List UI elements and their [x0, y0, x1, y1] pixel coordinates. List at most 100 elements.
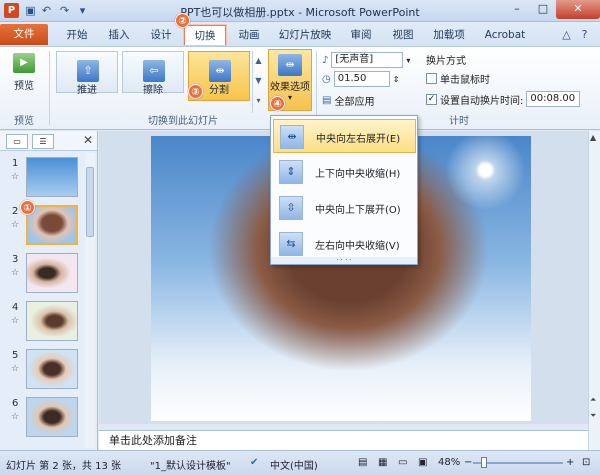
- close-icon[interactable]: ✕: [83, 133, 93, 147]
- normal-view-icon[interactable]: ▤: [358, 457, 367, 468]
- scrollbar-thumb[interactable]: [86, 167, 94, 237]
- next-slide-icon[interactable]: ⏷: [590, 411, 596, 421]
- split-horizontal-in-icon: ⇆: [279, 232, 303, 256]
- effect-options-menu: ⇹ 中央向左右展开(E) ⇕ 上下向中央收缩(H) ⇳ 中央向上下展开(O) ⇆…: [270, 115, 418, 265]
- gallery-scroll[interactable]: ▲ ▼ ▾: [252, 51, 264, 113]
- group-separator: [316, 51, 317, 125]
- slide-number: 4: [12, 302, 19, 313]
- maximize-button[interactable]: □: [530, 0, 556, 19]
- transition-star-icon: ☆: [11, 412, 20, 422]
- help-icon[interactable]: ?: [578, 28, 591, 41]
- after-time-input[interactable]: 00:08.00: [526, 91, 581, 107]
- sound-icon: ♪: [322, 54, 329, 66]
- zoom-slider-thumb[interactable]: [481, 457, 487, 468]
- slide-thumbnail-image: [26, 397, 78, 437]
- preview-icon: ▶: [13, 53, 35, 73]
- on-click-checkbox[interactable]: [426, 73, 437, 84]
- slide-thumbnail-image: [26, 349, 78, 389]
- preview-button[interactable]: ▶ 预览: [4, 51, 44, 97]
- menu-item-vertical-out[interactable]: ⇳ 中央向上下展开(O): [273, 191, 416, 225]
- prev-slide-icon[interactable]: ⏶: [590, 395, 596, 405]
- effect-options-icon: ⇹: [278, 54, 302, 76]
- split-horizontal-out-icon: ⇹: [280, 125, 304, 149]
- menu-item-vertical-in[interactable]: ⇕ 上下向中央收缩(H): [273, 155, 416, 189]
- sound-select[interactable]: [无声音]: [331, 52, 404, 68]
- group-separator: [49, 51, 50, 125]
- preview-button-label: 预览: [14, 81, 34, 92]
- callout-badge-1: ①: [20, 200, 35, 215]
- tab-animations[interactable]: 动画: [232, 25, 266, 45]
- menu-item-horizontal-out[interactable]: ⇹ 中央向左右展开(E): [273, 119, 416, 153]
- slide-thumbnail[interactable]: 2 ☆: [0, 205, 84, 249]
- tab-slideshow[interactable]: 幻灯片放映: [274, 25, 336, 45]
- menu-item-label: 中央向左右展开(E): [316, 134, 401, 145]
- split-vertical-in-icon: ⇕: [279, 160, 303, 184]
- tab-file[interactable]: 文件: [0, 24, 48, 45]
- language[interactable]: 中文(中国): [270, 457, 318, 472]
- slides-tab[interactable]: ▭: [6, 134, 28, 149]
- gallery-down-icon[interactable]: ▼: [253, 71, 264, 91]
- tab-transitions[interactable]: 切换: [183, 24, 227, 46]
- outline-tab[interactable]: ☰: [32, 134, 54, 149]
- zoom-in-icon[interactable]: +: [566, 457, 574, 468]
- title-bar: P ▣ ↶ ↷ ▾ PPT也可以做相册.pptx - Microsoft Pow…: [0, 0, 600, 22]
- tab-review[interactable]: 审阅: [344, 25, 378, 45]
- gallery-more-icon[interactable]: ▾: [253, 91, 264, 111]
- menu-item-label: 中央向上下展开(O): [315, 205, 401, 216]
- callout-badge-3: ③: [188, 84, 203, 99]
- theme-name: "1_默认设计模板": [150, 461, 231, 472]
- transition-star-icon: ☆: [11, 172, 20, 182]
- slide-thumbnail-image: [26, 157, 78, 197]
- editor-scrollbar[interactable]: ▲ ⏶ ⏷: [588, 131, 600, 450]
- ribbon-tabs: 文件 开始 插入 设计 切换 动画 幻灯片放映 审阅 视图 加载项 Acroba…: [0, 22, 600, 46]
- status-bar: 幻灯片 第 2 张，共 13 张 "1_默认设计模板" ✔ 中文(中国) ▤ ▦…: [0, 450, 600, 475]
- slide-thumbnail-image: [26, 253, 78, 293]
- slide-thumbnail[interactable]: 5 ☆: [0, 349, 84, 393]
- transition-star-icon: ☆: [11, 220, 20, 230]
- slide-number: 6: [12, 398, 19, 409]
- resize-grip-icon[interactable]: · · · ·: [271, 257, 417, 264]
- wipe-transition-icon: ⇦: [143, 60, 165, 82]
- apply-all-icon: ▤: [322, 95, 332, 106]
- slide-thumbnail[interactable]: 6 ☆: [0, 397, 84, 441]
- callout-badge-2: ②: [175, 13, 190, 28]
- tab-addins[interactable]: 加载项: [428, 25, 470, 45]
- effect-options-label: 效果选项: [270, 82, 310, 93]
- zoom-level[interactable]: 48%: [438, 457, 460, 468]
- transition-star-icon: ☆: [11, 268, 20, 278]
- gallery-up-icon[interactable]: ▲: [253, 51, 264, 71]
- tab-acrobat[interactable]: Acrobat: [480, 25, 530, 45]
- notes-pane[interactable]: 单击此处添加备注: [99, 430, 588, 450]
- chevron-down-icon[interactable]: ▾: [406, 56, 410, 65]
- spellcheck-icon[interactable]: ✔: [250, 457, 258, 468]
- transition-wipe-label: 擦除: [143, 85, 163, 96]
- slideshow-view-icon[interactable]: ▣: [418, 457, 427, 468]
- tab-insert[interactable]: 插入: [102, 25, 136, 45]
- scroll-up-icon[interactable]: ▲: [590, 133, 596, 142]
- zoom-out-icon[interactable]: −: [464, 457, 472, 468]
- after-checkbox[interactable]: ✓: [426, 93, 437, 105]
- spinner-icon[interactable]: ⇕: [393, 75, 400, 84]
- tab-home[interactable]: 开始: [60, 25, 94, 45]
- slides-panel-header: ▭ ☰ ✕: [0, 131, 97, 151]
- slides-scrollbar[interactable]: [85, 153, 95, 448]
- tab-design[interactable]: 设计: [144, 25, 178, 45]
- minimize-ribbon-icon[interactable]: △: [560, 28, 573, 41]
- duration-input[interactable]: 01.50: [333, 71, 390, 87]
- slide-thumbnail[interactable]: 4 ☆: [0, 301, 84, 345]
- split-transition-icon: ⇹: [209, 60, 231, 82]
- fit-window-icon[interactable]: ⊡: [582, 457, 590, 468]
- slide-thumbnail[interactable]: 1 ☆: [0, 157, 84, 201]
- slide-number: 5: [12, 350, 19, 361]
- reading-view-icon[interactable]: ▭: [398, 457, 407, 468]
- on-click-row: 单击鼠标时: [426, 71, 490, 86]
- slide-number: 2: [12, 206, 19, 217]
- sorter-view-icon[interactable]: ▦: [378, 457, 387, 468]
- slide-position: 幻灯片 第 2 张，共 13 张: [6, 461, 121, 472]
- close-button[interactable]: ✕: [556, 0, 600, 19]
- slide-thumbnail[interactable]: 3 ☆: [0, 253, 84, 297]
- minimize-button[interactable]: –: [504, 0, 530, 19]
- apply-all-button[interactable]: ▤ 全部应用: [322, 93, 374, 108]
- transition-star-icon: ☆: [11, 364, 20, 374]
- tab-view[interactable]: 视图: [386, 25, 420, 45]
